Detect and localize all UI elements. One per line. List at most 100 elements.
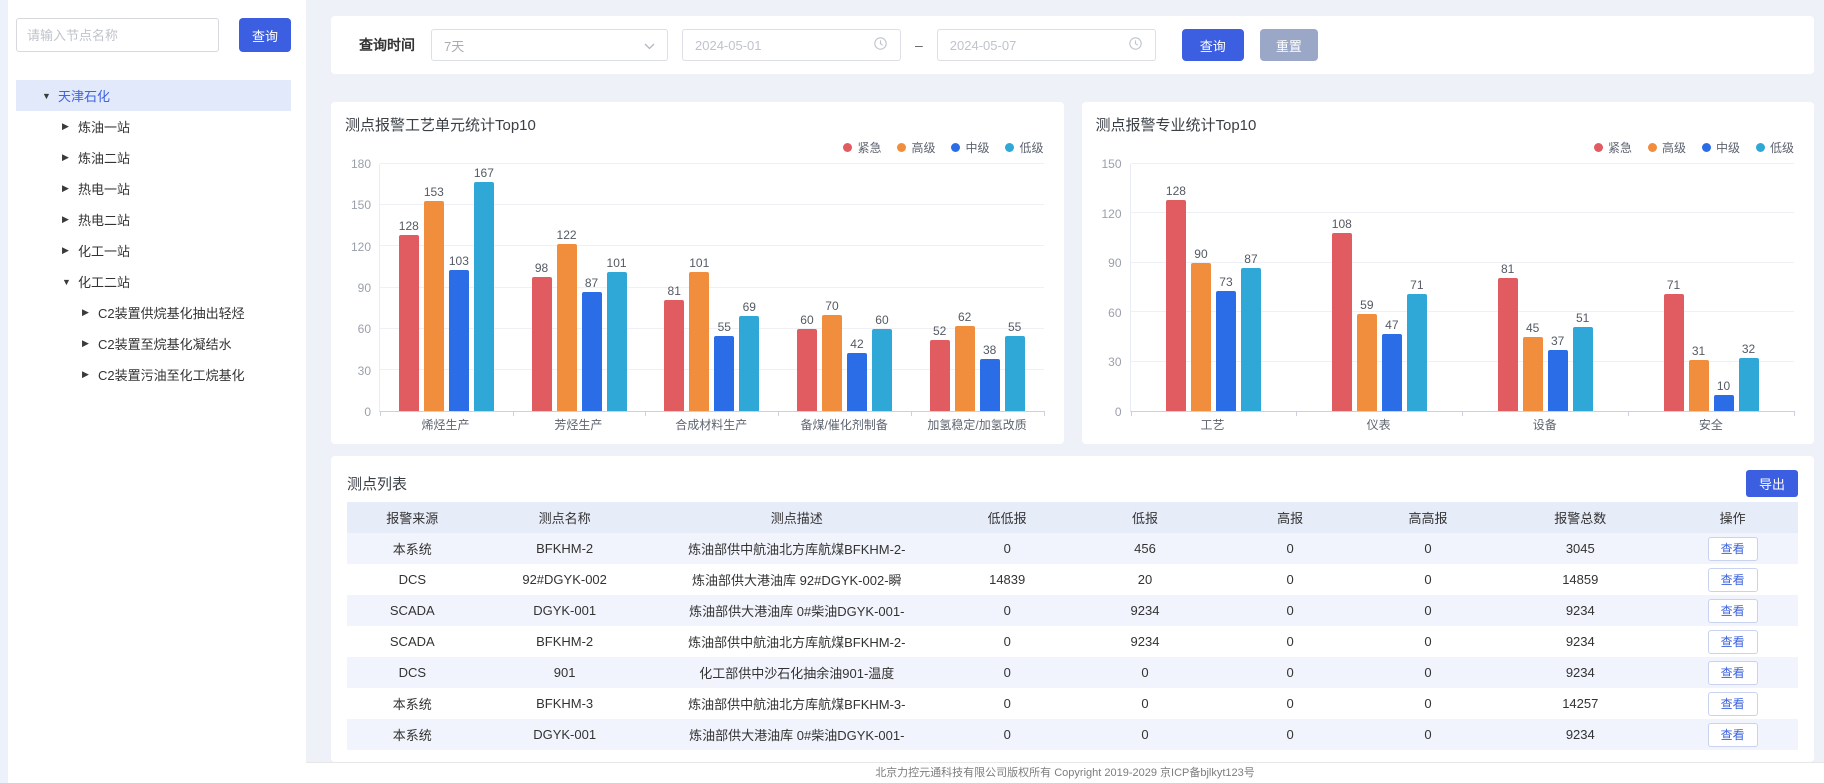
expand-icon[interactable]: ▶ (82, 369, 98, 380)
bar-中级[interactable] (1548, 350, 1568, 411)
tree-node[interactable]: ▶炼油一站 (16, 111, 291, 142)
node-search-input[interactable] (16, 18, 219, 52)
expand-icon[interactable]: ▶ (62, 245, 78, 256)
tree-node[interactable]: ▶炼油二站 (16, 142, 291, 173)
node-search-bar: 查询 (16, 18, 291, 52)
bar-紧急[interactable] (664, 300, 684, 411)
view-button[interactable]: 查看 (1708, 537, 1758, 561)
bar-value-label: 122 (557, 228, 577, 242)
tree-node[interactable]: ▶热电一站 (16, 173, 291, 204)
start-date-input[interactable]: 2024-05-01 (682, 29, 901, 61)
bar-高级[interactable] (1191, 263, 1211, 411)
bar-中级[interactable] (714, 336, 734, 411)
tree-node[interactable]: ▶C2装置至烷基化凝结水 (16, 328, 291, 359)
bar-中级[interactable] (1714, 395, 1734, 411)
bar-紧急[interactable] (1332, 233, 1352, 411)
bar-中级[interactable] (980, 359, 1000, 411)
legend-item-中级[interactable]: 中级 (1702, 139, 1740, 156)
x-axis-category-label: 安全 (1628, 416, 1794, 433)
expand-icon[interactable]: ▶ (62, 121, 78, 132)
bar-高级[interactable] (689, 272, 709, 411)
bar-value-label: 153 (424, 185, 444, 199)
bar-中级[interactable] (1216, 291, 1236, 411)
bar-中级[interactable] (847, 353, 867, 411)
point-list-card: 测点列表 导出 报警来源测点名称测点描述低低报低报高报高高报报警总数操作 本系统… (331, 456, 1814, 762)
tree-node[interactable]: ▶C2装置污油至化工烷基化 (16, 359, 291, 390)
legend-item-紧急[interactable]: 紧急 (843, 139, 881, 156)
legend-item-低级[interactable]: 低级 (1005, 139, 1043, 156)
chart-process-unit-top10: 测点报警工艺单元统计Top10 紧急高级中级低级 030609012015018… (331, 102, 1064, 444)
bar-紧急[interactable] (1498, 278, 1518, 411)
expand-icon[interactable]: ▶ (82, 307, 98, 318)
bar-低级[interactable] (739, 316, 759, 411)
bar-紧急[interactable] (399, 235, 419, 411)
reset-button[interactable]: 重置 (1260, 29, 1318, 61)
collapse-icon[interactable]: ▼ (42, 91, 58, 101)
view-button[interactable]: 查看 (1708, 599, 1758, 623)
export-button[interactable]: 导出 (1746, 470, 1798, 497)
end-date-input[interactable]: 2024-05-07 (937, 29, 1156, 61)
tree-node[interactable]: ▶化工一站 (16, 235, 291, 266)
bar-group-芳烃生产: 9812287101 (513, 164, 646, 411)
bar-高级[interactable] (1689, 360, 1709, 411)
time-range-select[interactable]: 7天 (431, 29, 668, 61)
expand-icon[interactable]: ▶ (62, 152, 78, 163)
bar-value-label: 98 (535, 261, 548, 275)
bar-中级[interactable] (449, 270, 469, 411)
table-cell: 炼油部供中航油北方库航煤BFKHM-2- (652, 626, 942, 657)
bar-低级[interactable] (1739, 358, 1759, 411)
tree-node[interactable]: ▶C2装置供烷基化抽出轻烃 (16, 297, 291, 328)
view-button[interactable]: 查看 (1708, 692, 1758, 716)
bar-wrap: 45 (1523, 164, 1543, 411)
bar-wrap: 42 (847, 164, 867, 411)
expand-icon[interactable]: ▶ (62, 183, 78, 194)
bar-低级[interactable] (872, 329, 892, 411)
x-axis-tick (1044, 411, 1045, 416)
bar-低级[interactable] (607, 272, 627, 411)
tree-node[interactable]: ▶热电二站 (16, 204, 291, 235)
bar-低级[interactable] (1573, 327, 1593, 411)
bar-高级[interactable] (1357, 314, 1377, 411)
legend-item-低级[interactable]: 低级 (1756, 139, 1794, 156)
node-search-button[interactable]: 查询 (239, 18, 291, 52)
bar-高级[interactable] (822, 315, 842, 411)
bar-中级[interactable] (582, 292, 602, 411)
tree-node-label: 化工一站 (78, 241, 130, 260)
legend-item-紧急[interactable]: 紧急 (1594, 139, 1632, 156)
bar-低级[interactable] (1407, 294, 1427, 411)
view-button[interactable]: 查看 (1708, 630, 1758, 654)
bar-高级[interactable] (424, 201, 444, 411)
bar-低级[interactable] (474, 182, 494, 411)
action-cell: 查看 (1667, 719, 1798, 750)
bar-低级[interactable] (1005, 336, 1025, 411)
view-button[interactable]: 查看 (1708, 568, 1758, 592)
bar-value-label: 10 (1717, 379, 1730, 393)
bar-高级[interactable] (557, 244, 577, 411)
bar-wrap: 10 (1714, 164, 1734, 411)
bar-紧急[interactable] (797, 329, 817, 411)
view-button[interactable]: 查看 (1708, 661, 1758, 685)
legend-item-高级[interactable]: 高级 (1648, 139, 1686, 156)
app-window: 查询 ▼天津石化▶炼油一站▶炼油二站▶热电一站▶热电二站▶化工一站▼化工二站▶C… (0, 0, 1824, 783)
y-axis: 0306090120150 (1096, 164, 1130, 412)
expand-icon[interactable]: ▶ (82, 338, 98, 349)
view-button[interactable]: 查看 (1708, 723, 1758, 747)
tree-node[interactable]: ▼化工二站 (16, 266, 291, 297)
table-row: 本系统BFKHM-3炼油部供中航油北方库航煤BFKHM-3-000014257查… (347, 688, 1798, 719)
tree-node[interactable]: ▼天津石化 (16, 80, 291, 111)
y-axis-tick-label: 60 (1108, 306, 1121, 320)
collapse-icon[interactable]: ▼ (62, 277, 78, 287)
table-cell: DCS (347, 564, 478, 595)
legend-item-高级[interactable]: 高级 (897, 139, 935, 156)
bar-低级[interactable] (1241, 268, 1261, 411)
bar-紧急[interactable] (1166, 200, 1186, 411)
query-button[interactable]: 查询 (1182, 29, 1244, 61)
expand-icon[interactable]: ▶ (62, 214, 78, 225)
bar-中级[interactable] (1382, 334, 1402, 411)
bar-高级[interactable] (955, 326, 975, 411)
legend-item-中级[interactable]: 中级 (951, 139, 989, 156)
bar-紧急[interactable] (1664, 294, 1684, 411)
bar-紧急[interactable] (532, 277, 552, 411)
bar-紧急[interactable] (930, 340, 950, 411)
bar-高级[interactable] (1523, 337, 1543, 411)
